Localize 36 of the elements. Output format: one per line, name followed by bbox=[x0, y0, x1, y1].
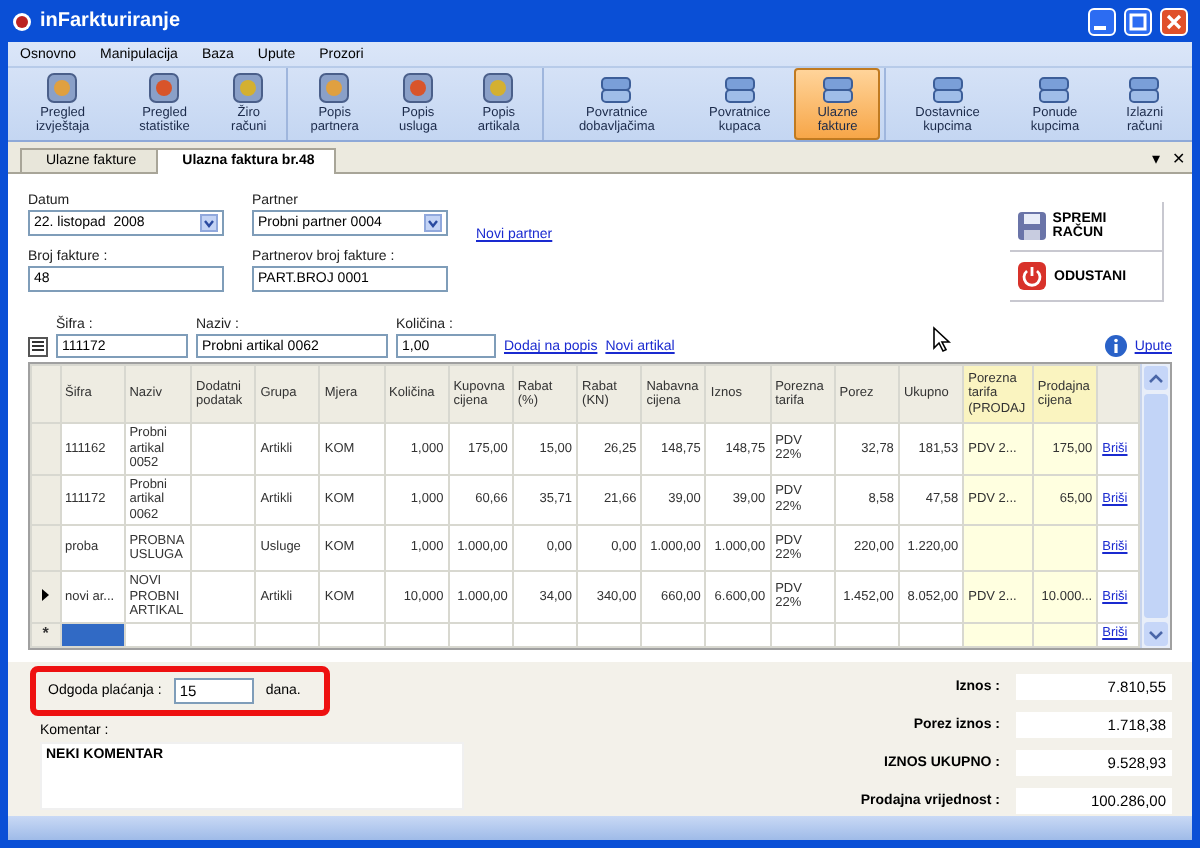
list-icon[interactable] bbox=[28, 337, 48, 357]
power-icon bbox=[1018, 262, 1046, 290]
minimize-button[interactable] bbox=[1088, 7, 1116, 35]
scroll-up-icon[interactable] bbox=[1144, 366, 1168, 390]
tile-icon bbox=[233, 73, 264, 103]
row-header[interactable]: * bbox=[31, 622, 61, 646]
stack-icon bbox=[1129, 77, 1160, 103]
close-icon bbox=[1166, 13, 1182, 29]
scroll-down-icon[interactable] bbox=[1144, 622, 1168, 646]
stack-icon bbox=[932, 77, 963, 103]
new-row-marker: * bbox=[42, 624, 49, 642]
mouse-cursor-icon bbox=[933, 326, 952, 353]
dropdown-arrow-icon[interactable] bbox=[424, 214, 442, 232]
tab-list-button[interactable]: ▾ bbox=[1146, 150, 1166, 172]
minimize-icon bbox=[1094, 25, 1106, 29]
close-button[interactable] bbox=[1160, 7, 1188, 35]
stack-icon bbox=[724, 77, 755, 103]
tile-icon bbox=[149, 73, 180, 103]
window-title: inFarkturiranje bbox=[40, 10, 183, 32]
row-header[interactable] bbox=[31, 571, 61, 622]
maximize-button[interactable] bbox=[1124, 7, 1152, 35]
current-row-icon bbox=[42, 588, 50, 600]
scrollbar[interactable] bbox=[1140, 364, 1170, 648]
app-icon bbox=[12, 11, 32, 31]
close-tab-button[interactable]: ✕ bbox=[1166, 150, 1192, 172]
tile-icon bbox=[47, 73, 78, 103]
tile-icon bbox=[403, 73, 434, 103]
maximize-icon bbox=[1129, 12, 1147, 30]
stack-icon bbox=[1039, 77, 1070, 103]
floppy-icon bbox=[1018, 212, 1046, 240]
stack-icon bbox=[601, 77, 632, 103]
info-icon bbox=[1105, 335, 1128, 357]
stack-icon bbox=[822, 77, 853, 103]
tile-icon bbox=[319, 73, 350, 103]
tile-icon bbox=[483, 73, 514, 103]
dropdown-arrow-icon[interactable] bbox=[200, 214, 218, 232]
